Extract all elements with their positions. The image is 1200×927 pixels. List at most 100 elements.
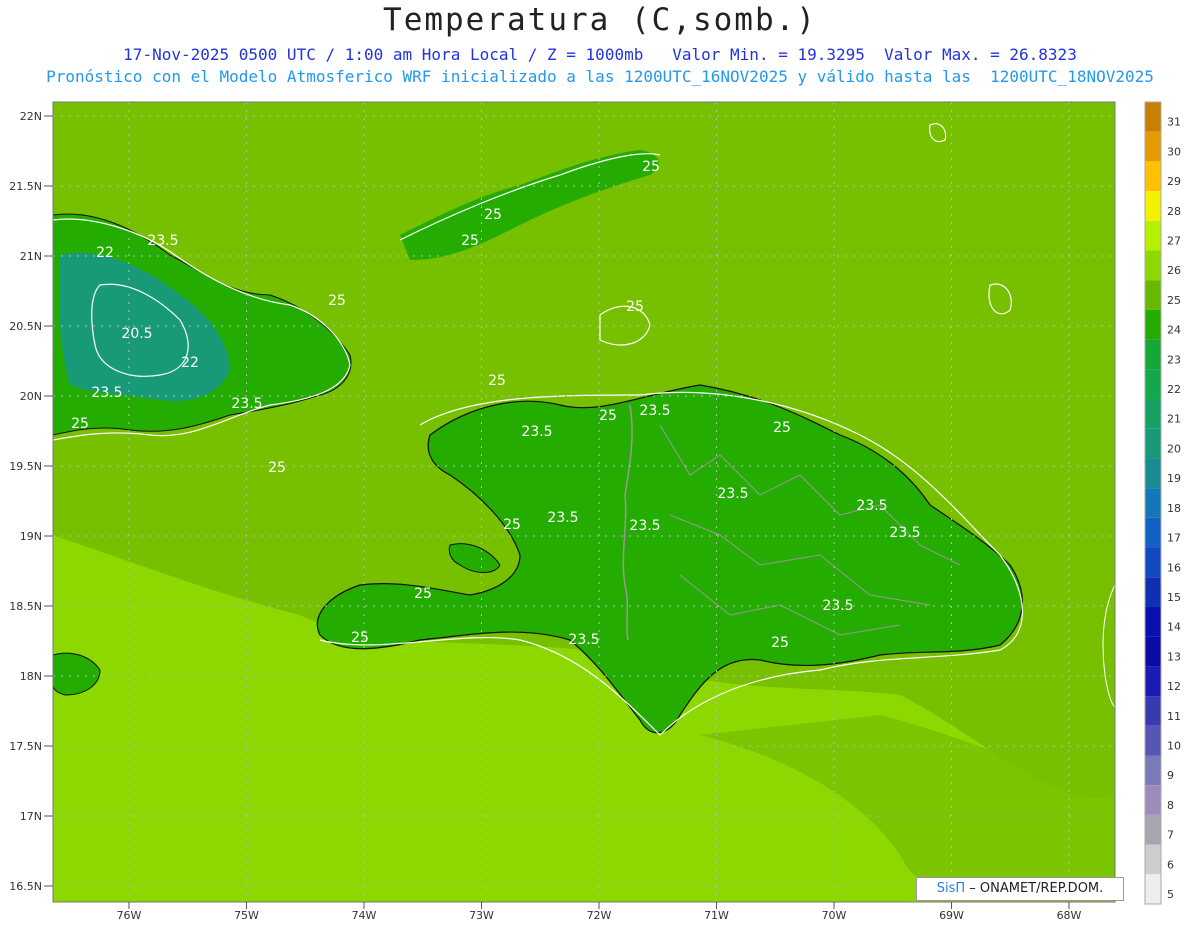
colorbar-swatch [1145,488,1161,518]
colorbar-label: 20 [1167,442,1181,455]
lat-label: 20.5N [9,320,42,333]
colorbar-label: 29 [1167,175,1181,188]
colorbar-label: 11 [1167,710,1181,723]
contour-label: 23.5 [231,396,262,412]
contour-label: 23.5 [856,498,887,514]
contour-label: 25 [503,517,521,533]
colorbar-label: 23 [1167,353,1181,366]
colorbar-label: 14 [1167,621,1181,634]
colorbar-label: 10 [1167,739,1181,752]
colorbar: 31 30 29 28 27 26 25 24 23 22 21 20 19 18 17 16 15 14 13 12… [1144,101,1181,905]
colorbar-label: 12 [1167,680,1181,693]
colorbar-swatch [1145,250,1161,281]
lat-label: 17.5N [9,740,42,753]
lat-label: 16.5N [9,880,42,893]
contour-label: 25 [351,630,369,646]
contour-label: 23.5 [639,403,670,419]
lon-label: 72W [587,909,612,922]
colorbar-label: 15 [1167,591,1181,604]
map-subtitle-model-info: Pronóstico con el Modelo Atmosferico WRF… [46,67,1154,86]
contour-label: 23.5 [889,525,920,541]
colorbar-swatch [1145,666,1161,697]
contour-label: 25 [71,416,89,432]
lat-label: 20N [20,390,42,403]
lat-label: 18.5N [9,600,42,613]
lon-label: 68W [1057,909,1082,922]
map-header: Temperatura (C,somb.) 17-Nov-2025 0500 U… [0,0,1200,100]
lat-label: 17N [20,810,42,823]
colorbar-label: 30 [1167,145,1181,158]
colorbar-swatch [1145,458,1161,489]
contour-label: 25 [626,299,644,315]
contour-label: 22 [181,355,199,371]
colorbar-swatch [1145,636,1161,667]
colorbar-swatch [1145,161,1161,192]
colorbar-swatch [1145,191,1161,221]
contour-label: 25 [599,408,617,424]
colorbar-label: 9 [1167,769,1174,782]
contour-label: 25 [771,635,789,651]
colorbar-swatch [1145,814,1161,845]
credit-text: – ONAMET/REP.DOM. [965,881,1104,896]
colorbar-swatch [1145,339,1161,370]
colorbar-swatch [1145,102,1161,132]
contour-label: 23.5 [629,518,660,534]
colorbar-swatch [1145,131,1161,162]
lon-label: 76W [117,909,142,922]
colorbar-label: 27 [1167,235,1181,248]
colorbar-swatch [1145,280,1161,310]
colorbar-swatch [1145,309,1161,340]
colorbar-label: 8 [1167,799,1174,812]
colorbar-label: 21 [1167,413,1181,426]
contour-label: 25 [642,159,660,175]
lon-label: 70W [822,909,847,922]
colorbar-swatch [1145,785,1161,815]
source-credit: SisΠ – ONAMET/REP.DOM. [916,877,1124,901]
colorbar-label: 18 [1167,502,1181,515]
contour-label: 25 [773,420,791,436]
lat-label: 21.5N [9,180,42,193]
colorbar-label: 22 [1167,383,1181,396]
lat-label: 19.5N [9,460,42,473]
lon-label: 73W [469,909,494,922]
colorbar-label: 17 [1167,532,1181,545]
contour-label: 25 [484,207,502,223]
lat-label: 18N [20,670,42,683]
colorbar-label: 7 [1167,829,1174,842]
lat-label: 19N [20,530,42,543]
map-title: Temperatura (C,somb.) [383,2,817,38]
colorbar-swatch [1145,725,1161,756]
longitude-labels: 76W 75W 74W 73W 72W 71W 70W 69W 68W [117,902,1082,922]
colorbar-label: 25 [1167,294,1181,307]
colorbar-swatch [1145,399,1161,429]
colorbar-label: 6 [1167,858,1174,871]
colorbar-swatch [1145,696,1161,726]
colorbar-swatch [1145,606,1161,637]
lat-label: 21N [20,250,42,263]
colorbar-label: 28 [1167,205,1181,218]
colorbar-swatch [1145,755,1161,786]
contour-label: 23.5 [547,510,578,526]
contour-label: 25 [328,293,346,309]
colorbar-swatch [1145,369,1161,400]
latitude-labels: 22N 21.5N 21N 20.5N 20N 19.5N 19N 18.5N 18N 17.5N… [9,110,53,893]
colorbar-label: 19 [1167,472,1181,485]
contour-label: 23.5 [147,233,178,249]
colorbar-label: 31 [1167,116,1181,129]
lon-label: 75W [234,909,259,922]
credit-brand: SisΠ [936,881,966,896]
colorbar-swatch [1145,517,1161,548]
colorbar-swatch [1145,547,1161,578]
contour-label: 23.5 [717,486,748,502]
contour-label: 20.5 [121,326,152,342]
colorbar-swatch [1145,428,1161,459]
contour-label: 25 [268,460,286,476]
contour-label: 23.5 [822,598,853,614]
lat-label: 22N [20,110,42,123]
colorbar-swatch [1145,220,1161,251]
colorbar-swatch [1145,577,1161,607]
colorbar-swatch [1145,874,1161,904]
contour-label: 25 [488,373,506,389]
colorbar-swatch [1145,844,1161,875]
colorbar-label: 5 [1167,888,1174,901]
